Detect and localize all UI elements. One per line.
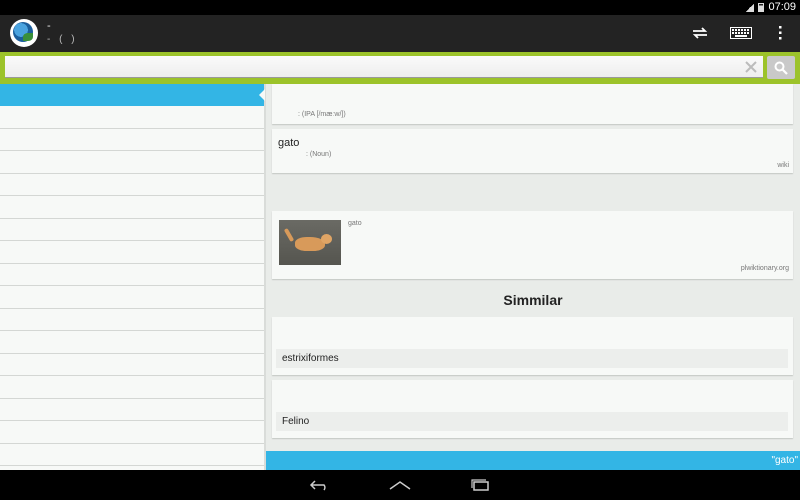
query-text: "gato" [771, 455, 798, 466]
list-item[interactable] [0, 106, 264, 129]
list-item[interactable] [0, 219, 264, 241]
list-item[interactable] [0, 286, 264, 309]
translation-word: gato [278, 137, 300, 149]
keyboard-icon [730, 27, 752, 39]
home-icon [389, 481, 411, 490]
keyboard-button[interactable] [726, 21, 756, 45]
search-bar [0, 52, 800, 84]
swap-icon [692, 27, 708, 39]
home-button[interactable] [385, 476, 415, 494]
search-icon [774, 61, 788, 75]
list-item[interactable] [0, 174, 264, 196]
similar-item[interactable]: estrixiformes [276, 349, 788, 368]
battery-icon [758, 2, 765, 12]
search-input[interactable] [5, 56, 713, 76]
list-item[interactable] [0, 444, 264, 466]
image-source: plwiktionary.org [740, 265, 789, 272]
app-subtitle: - ( ) [47, 34, 78, 45]
search-field[interactable] [5, 56, 763, 78]
word-list-header [0, 84, 264, 106]
list-item[interactable] [0, 331, 264, 354]
list-item[interactable] [0, 196, 264, 219]
signal-icon [746, 2, 755, 12]
clear-icon[interactable] [743, 59, 759, 75]
pronunciation-card: : (IPA [/mæːw/]) [272, 84, 793, 124]
list-item[interactable] [0, 241, 264, 264]
list-item[interactable] [0, 376, 264, 399]
action-bar: - - ( ) [0, 15, 800, 52]
navigation-bar [0, 470, 800, 500]
similar-card: estrixiformes [272, 317, 793, 375]
recents-icon [471, 479, 489, 491]
image-card[interactable]: gato plwiktionary.org [272, 211, 793, 279]
search-button[interactable] [767, 56, 795, 79]
image-caption: gato [348, 220, 362, 227]
part-of-speech: : (Noun) [306, 151, 332, 158]
back-button[interactable] [305, 476, 335, 494]
list-item[interactable] [0, 421, 264, 444]
status-time: 07:09 [768, 1, 796, 13]
similar-item[interactable]: Felino [276, 412, 788, 431]
swap-languages-button[interactable] [687, 21, 713, 45]
list-item[interactable] [0, 129, 264, 151]
list-item[interactable] [0, 151, 264, 174]
pronunciation-text: : (IPA [/mæːw/]) [298, 111, 346, 118]
query-bar: "gato" [266, 451, 800, 470]
results-panel: : (IPA [/mæːw/]) gato : (Noun) wiki gato… [266, 84, 800, 451]
word-list-panel [0, 84, 266, 470]
similar-heading: Simmilar [503, 292, 563, 308]
overflow-menu-icon [779, 26, 782, 40]
overflow-menu-button[interactable] [767, 21, 793, 45]
recents-button[interactable] [465, 476, 495, 494]
selection-notch [259, 89, 265, 101]
app-title: - [47, 20, 51, 32]
cat-image[interactable] [279, 220, 341, 265]
app-logo-icon[interactable] [10, 19, 38, 47]
back-icon [309, 480, 326, 491]
list-item[interactable] [0, 264, 264, 286]
list-item[interactable] [0, 399, 264, 421]
word-list [0, 106, 264, 466]
translation-source: wiki [777, 162, 789, 169]
status-bar: 07:09 [0, 0, 800, 15]
translation-card[interactable]: gato : (Noun) wiki [272, 129, 793, 173]
list-item[interactable] [0, 309, 264, 331]
list-item[interactable] [0, 354, 264, 376]
similar-card: Felino [272, 380, 793, 438]
